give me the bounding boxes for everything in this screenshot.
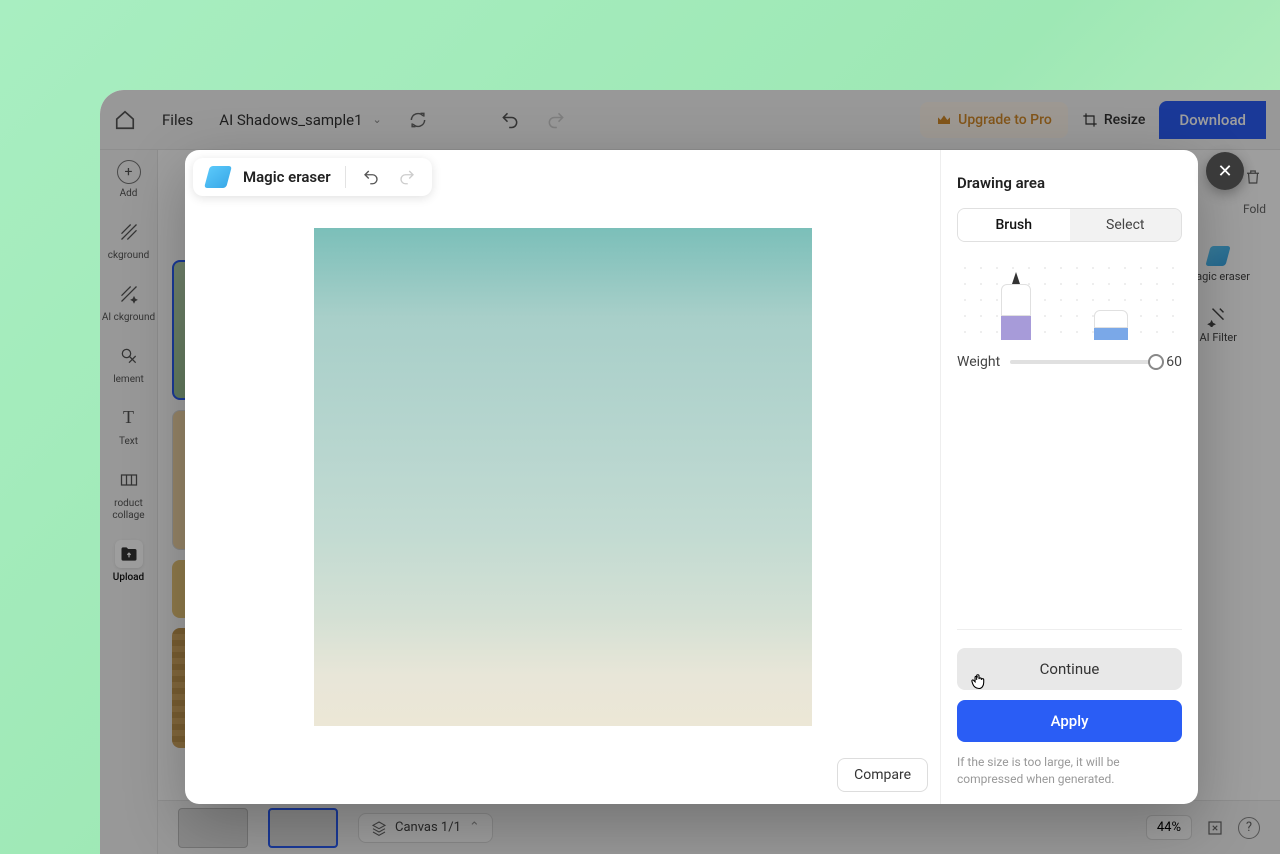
slider-thumb[interactable] xyxy=(1148,354,1164,370)
tab-brush[interactable]: Brush xyxy=(958,209,1070,241)
editing-canvas[interactable] xyxy=(314,228,812,726)
compare-button[interactable]: Compare xyxy=(837,758,928,792)
modal-canvas-area: Magic eraser Compare xyxy=(185,150,940,804)
weight-slider[interactable] xyxy=(1010,360,1156,364)
eraser-tool-icon[interactable] xyxy=(1094,310,1128,340)
modal-toolbar: Magic eraser xyxy=(193,158,432,196)
mode-segment: Brush Select xyxy=(957,208,1182,242)
weight-value: 60 xyxy=(1166,354,1182,370)
apply-button[interactable]: Apply xyxy=(957,700,1182,742)
divider xyxy=(345,166,346,188)
magic-eraser-modal: Magic eraser Compare Drawing area Brush … xyxy=(185,150,1198,804)
pencil-icon[interactable] xyxy=(1001,270,1031,340)
continue-button[interactable]: Continue xyxy=(957,648,1182,690)
close-button[interactable]: ✕ xyxy=(1206,152,1244,190)
weight-control: Weight 60 xyxy=(957,354,1182,370)
weight-label: Weight xyxy=(957,354,1000,370)
cursor-hand-icon xyxy=(969,672,989,694)
modal-sidebar: Drawing area Brush Select Weight xyxy=(940,150,1198,804)
undo-icon[interactable] xyxy=(360,166,382,188)
eraser-icon xyxy=(204,166,232,188)
brush-preview xyxy=(957,260,1182,340)
size-hint: If the size is too large, it will be com… xyxy=(957,754,1182,788)
modal-tool-title: Magic eraser xyxy=(243,168,331,186)
drawing-area-title: Drawing area xyxy=(957,174,1182,192)
tab-select[interactable]: Select xyxy=(1070,209,1182,241)
close-icon: ✕ xyxy=(1217,161,1232,182)
redo-icon xyxy=(396,166,418,188)
